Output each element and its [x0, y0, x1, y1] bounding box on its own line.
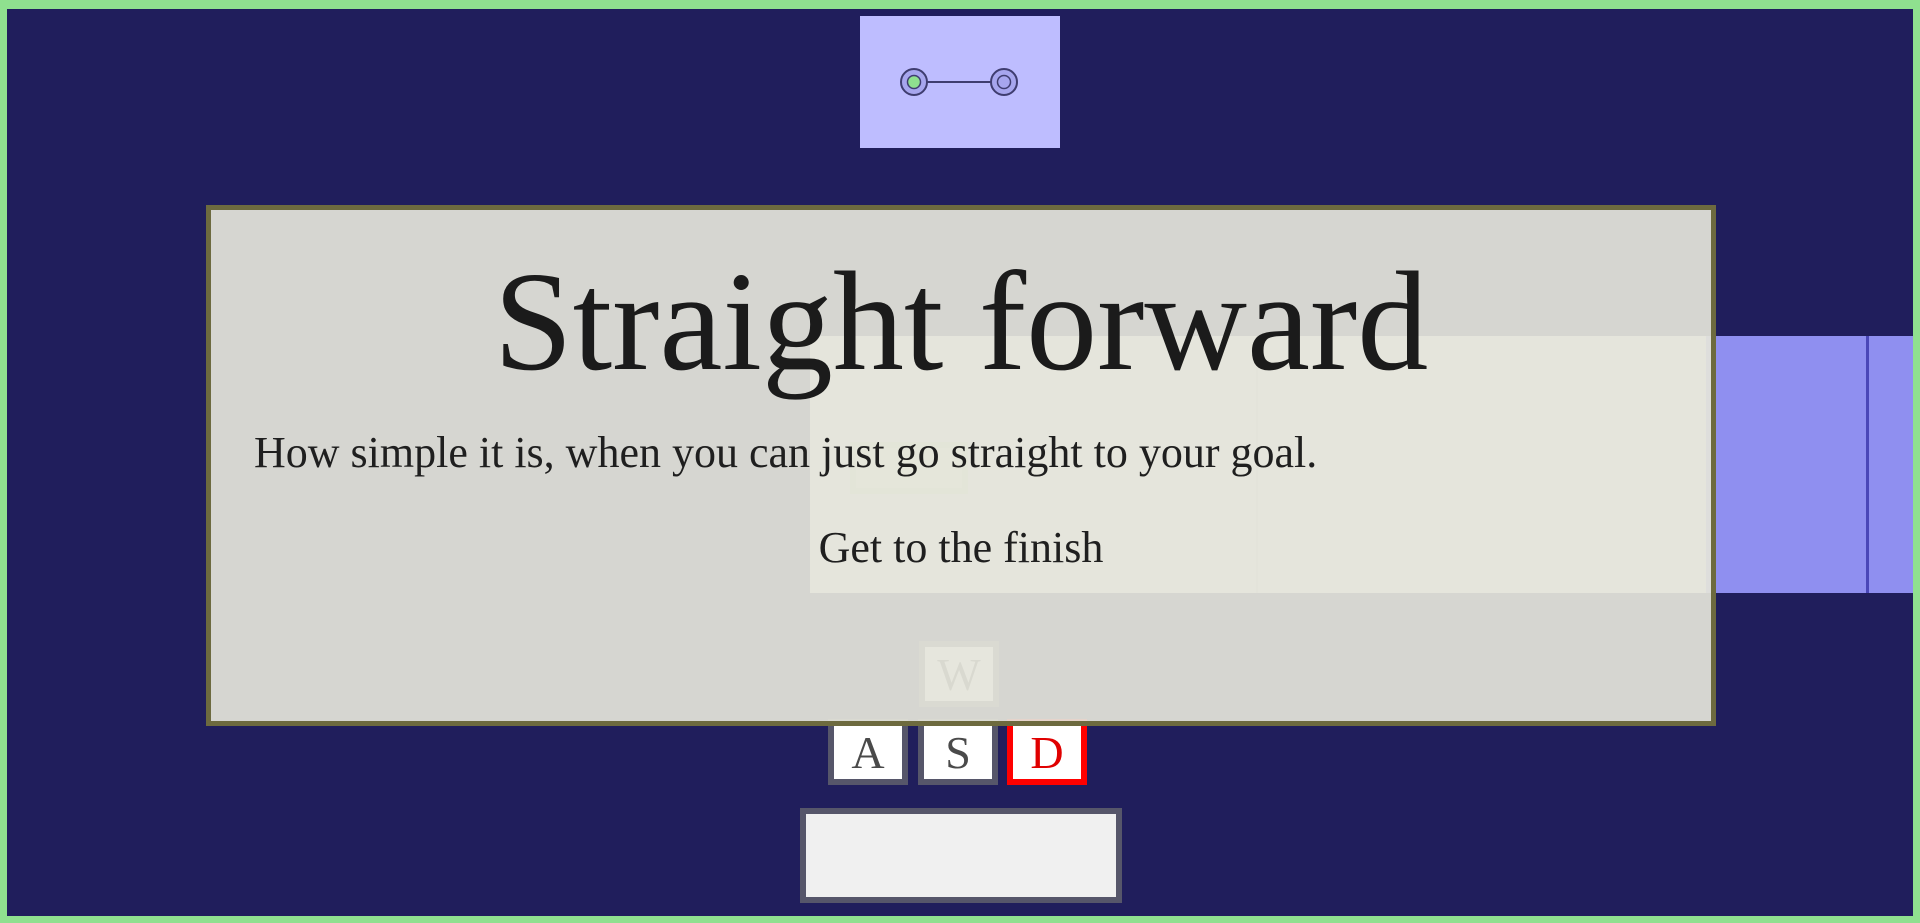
key-s[interactable]: S: [918, 719, 998, 785]
level-intro-overlay[interactable]: Straight forward How simple it is, when …: [206, 205, 1716, 726]
game-stage: W A S D Straight forward How simple it i…: [7, 9, 1913, 916]
key-s-label: S: [945, 726, 971, 778]
level-instruction: Get to the finish: [818, 523, 1104, 572]
level-node-2[interactable]: [990, 68, 1018, 96]
level-node-1[interactable]: [900, 68, 928, 96]
finish-zone: [1706, 336, 1913, 593]
key-a-label: A: [851, 726, 885, 778]
key-d[interactable]: D: [1007, 719, 1087, 785]
finish-line: [1866, 336, 1869, 593]
level-progress-map: [860, 16, 1060, 148]
key-a[interactable]: A: [828, 719, 908, 785]
key-d-label: D: [1030, 726, 1064, 778]
level-description: How simple it is, when you can just go s…: [254, 428, 1318, 477]
level-title: Straight forward: [493, 242, 1429, 400]
status-box: [800, 808, 1122, 903]
